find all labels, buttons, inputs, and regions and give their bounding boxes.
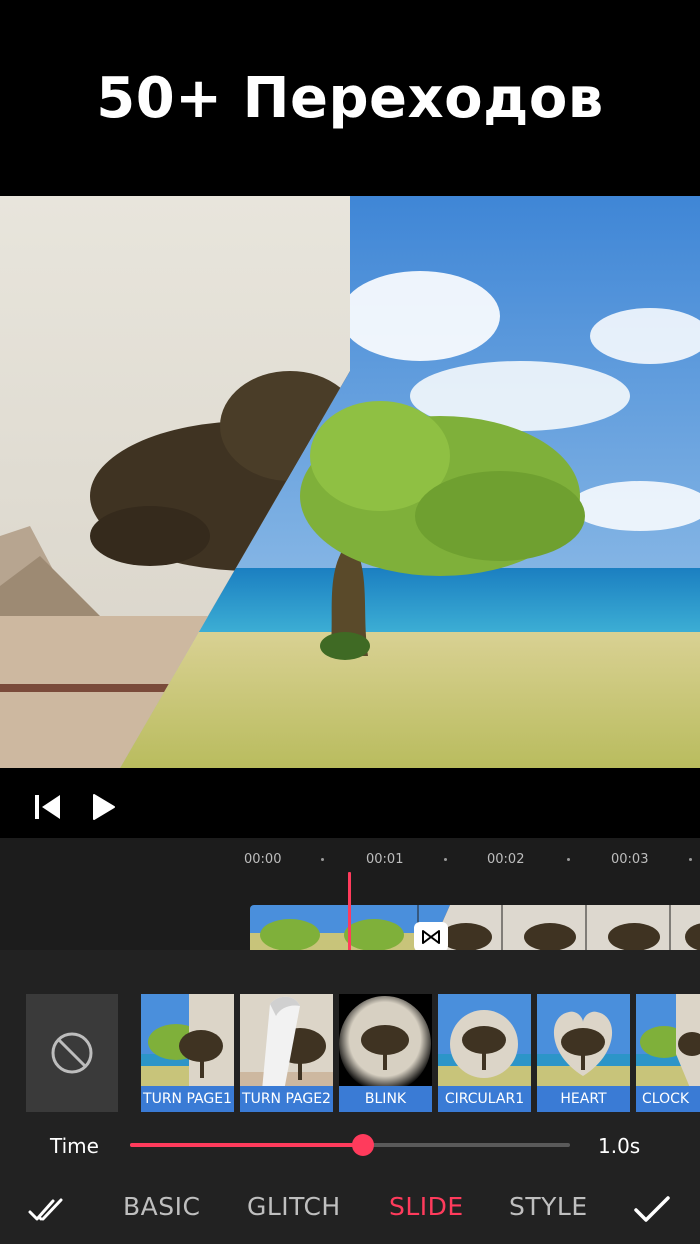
playhead[interactable]: [348, 872, 351, 950]
category-tabs: BASIC GLITCH SLIDE STYLE: [0, 1182, 700, 1244]
transition-heart[interactable]: HEART: [537, 994, 630, 1112]
no-transition-button[interactable]: [26, 994, 118, 1112]
banner-title: 50+ Переходов: [96, 65, 604, 131]
tick-dot: [567, 858, 570, 861]
tick-dot: [444, 858, 447, 861]
transition-label: BLINK: [339, 1086, 432, 1112]
video-preview[interactable]: [0, 196, 700, 768]
preview-image: [0, 196, 700, 768]
play-icon[interactable]: [86, 792, 120, 822]
double-check-icon[interactable]: [26, 1190, 70, 1230]
tab-style[interactable]: STYLE: [509, 1192, 588, 1221]
transition-label: TURN PAGE1: [141, 1086, 234, 1112]
transition-turn-page1[interactable]: TURN PAGE1: [141, 994, 234, 1112]
clip-strip[interactable]: [250, 905, 700, 950]
tick-dot: [689, 858, 692, 861]
timeline-tick: 00:00: [244, 852, 282, 867]
duration-slider-fill: [130, 1143, 364, 1147]
duration-label: Time: [50, 1134, 99, 1158]
transition-label: CIRCULAR1: [438, 1086, 531, 1112]
duration-slider-knob[interactable]: [352, 1134, 375, 1156]
timeline-tick: 00:02: [487, 852, 525, 867]
promo-banner: 50+ Переходов: [0, 0, 700, 196]
timeline-tick: 00:03: [611, 852, 649, 867]
checkmark-icon[interactable]: [630, 1190, 674, 1230]
transition-panel: TURN PAGE1 TURN PAGE2 BLINK CIRCULAR1 HE…: [0, 950, 700, 1244]
skip-to-start-icon[interactable]: [30, 792, 64, 822]
transition-label: TURN PAGE2: [240, 1086, 333, 1112]
transition-label: CLOCK: [636, 1086, 700, 1112]
bowtie-transition-icon[interactable]: [414, 922, 448, 950]
tab-slide[interactable]: SLIDE: [389, 1192, 464, 1221]
transition-turn-page2[interactable]: TURN PAGE2: [240, 994, 333, 1112]
tab-glitch[interactable]: GLITCH: [247, 1192, 341, 1221]
duration-value: 1.0s: [598, 1134, 641, 1158]
no-symbol-icon: [51, 1032, 93, 1074]
transition-label: HEART: [537, 1086, 630, 1112]
player-controls: [0, 768, 700, 838]
timeline-tick: 00:01: [366, 852, 404, 867]
transition-clock[interactable]: CLOCK: [636, 994, 700, 1112]
timeline[interactable]: 00:00 00:01 00:02 00:03: [0, 838, 700, 950]
duration-slider[interactable]: [130, 1134, 570, 1156]
transition-circular1[interactable]: CIRCULAR1: [438, 994, 531, 1112]
transition-blink[interactable]: BLINK: [339, 994, 432, 1112]
tab-basic[interactable]: BASIC: [123, 1192, 200, 1221]
tick-dot: [321, 858, 324, 861]
